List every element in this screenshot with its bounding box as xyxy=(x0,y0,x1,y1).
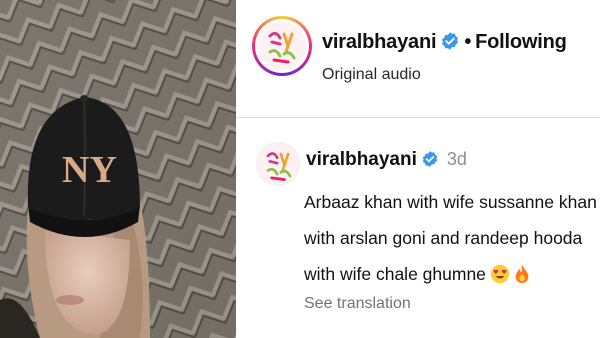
post-details-panel: viralbhayani • Following Original audio vi… xyxy=(236,0,600,338)
profile-avatar-story-ring[interactable] xyxy=(252,16,312,76)
comment-header: viralbhayani 3d xyxy=(306,149,467,174)
comment-username-link[interactable]: viralbhayani xyxy=(306,149,417,170)
avatar xyxy=(255,19,309,73)
original-audio-link[interactable]: Original audio xyxy=(322,66,421,84)
video-still-image: NY xyxy=(0,0,236,338)
cap-logo-text: NY xyxy=(62,149,117,191)
verified-badge-icon xyxy=(421,150,439,174)
avatar-logo-icon xyxy=(266,152,292,182)
comment-avatar[interactable] xyxy=(256,142,300,186)
fire-emoji-icon xyxy=(514,260,530,296)
username-link[interactable]: viralbhayani xyxy=(322,31,437,53)
caption-line: Arbaaz khan with wife sussanne khan xyxy=(304,192,597,212)
caption-line: with wife chale ghumne xyxy=(304,264,486,284)
post-header: viralbhayani • Following Original audio xyxy=(236,0,600,118)
caption-line-with-emoji: with wife chale ghumne xyxy=(304,256,600,296)
reel-video-frame[interactable]: NY xyxy=(0,0,236,338)
avatar-image xyxy=(258,22,306,70)
caption-line: with arslan goni and randeep hooda xyxy=(304,228,583,248)
following-button[interactable]: Following xyxy=(475,31,567,53)
header-username-row: viralbhayani • Following xyxy=(322,31,567,57)
heart-eyes-emoji-icon xyxy=(490,260,510,296)
see-translation-link[interactable]: See translation xyxy=(304,295,411,313)
avatar-logo-icon xyxy=(268,31,296,64)
comment-timestamp[interactable]: 3d xyxy=(447,149,467,169)
separator-dot: • xyxy=(464,31,472,53)
caption-text: Arbaaz khan with wife sussanne khan with… xyxy=(304,184,600,296)
verified-badge-icon xyxy=(440,31,460,57)
